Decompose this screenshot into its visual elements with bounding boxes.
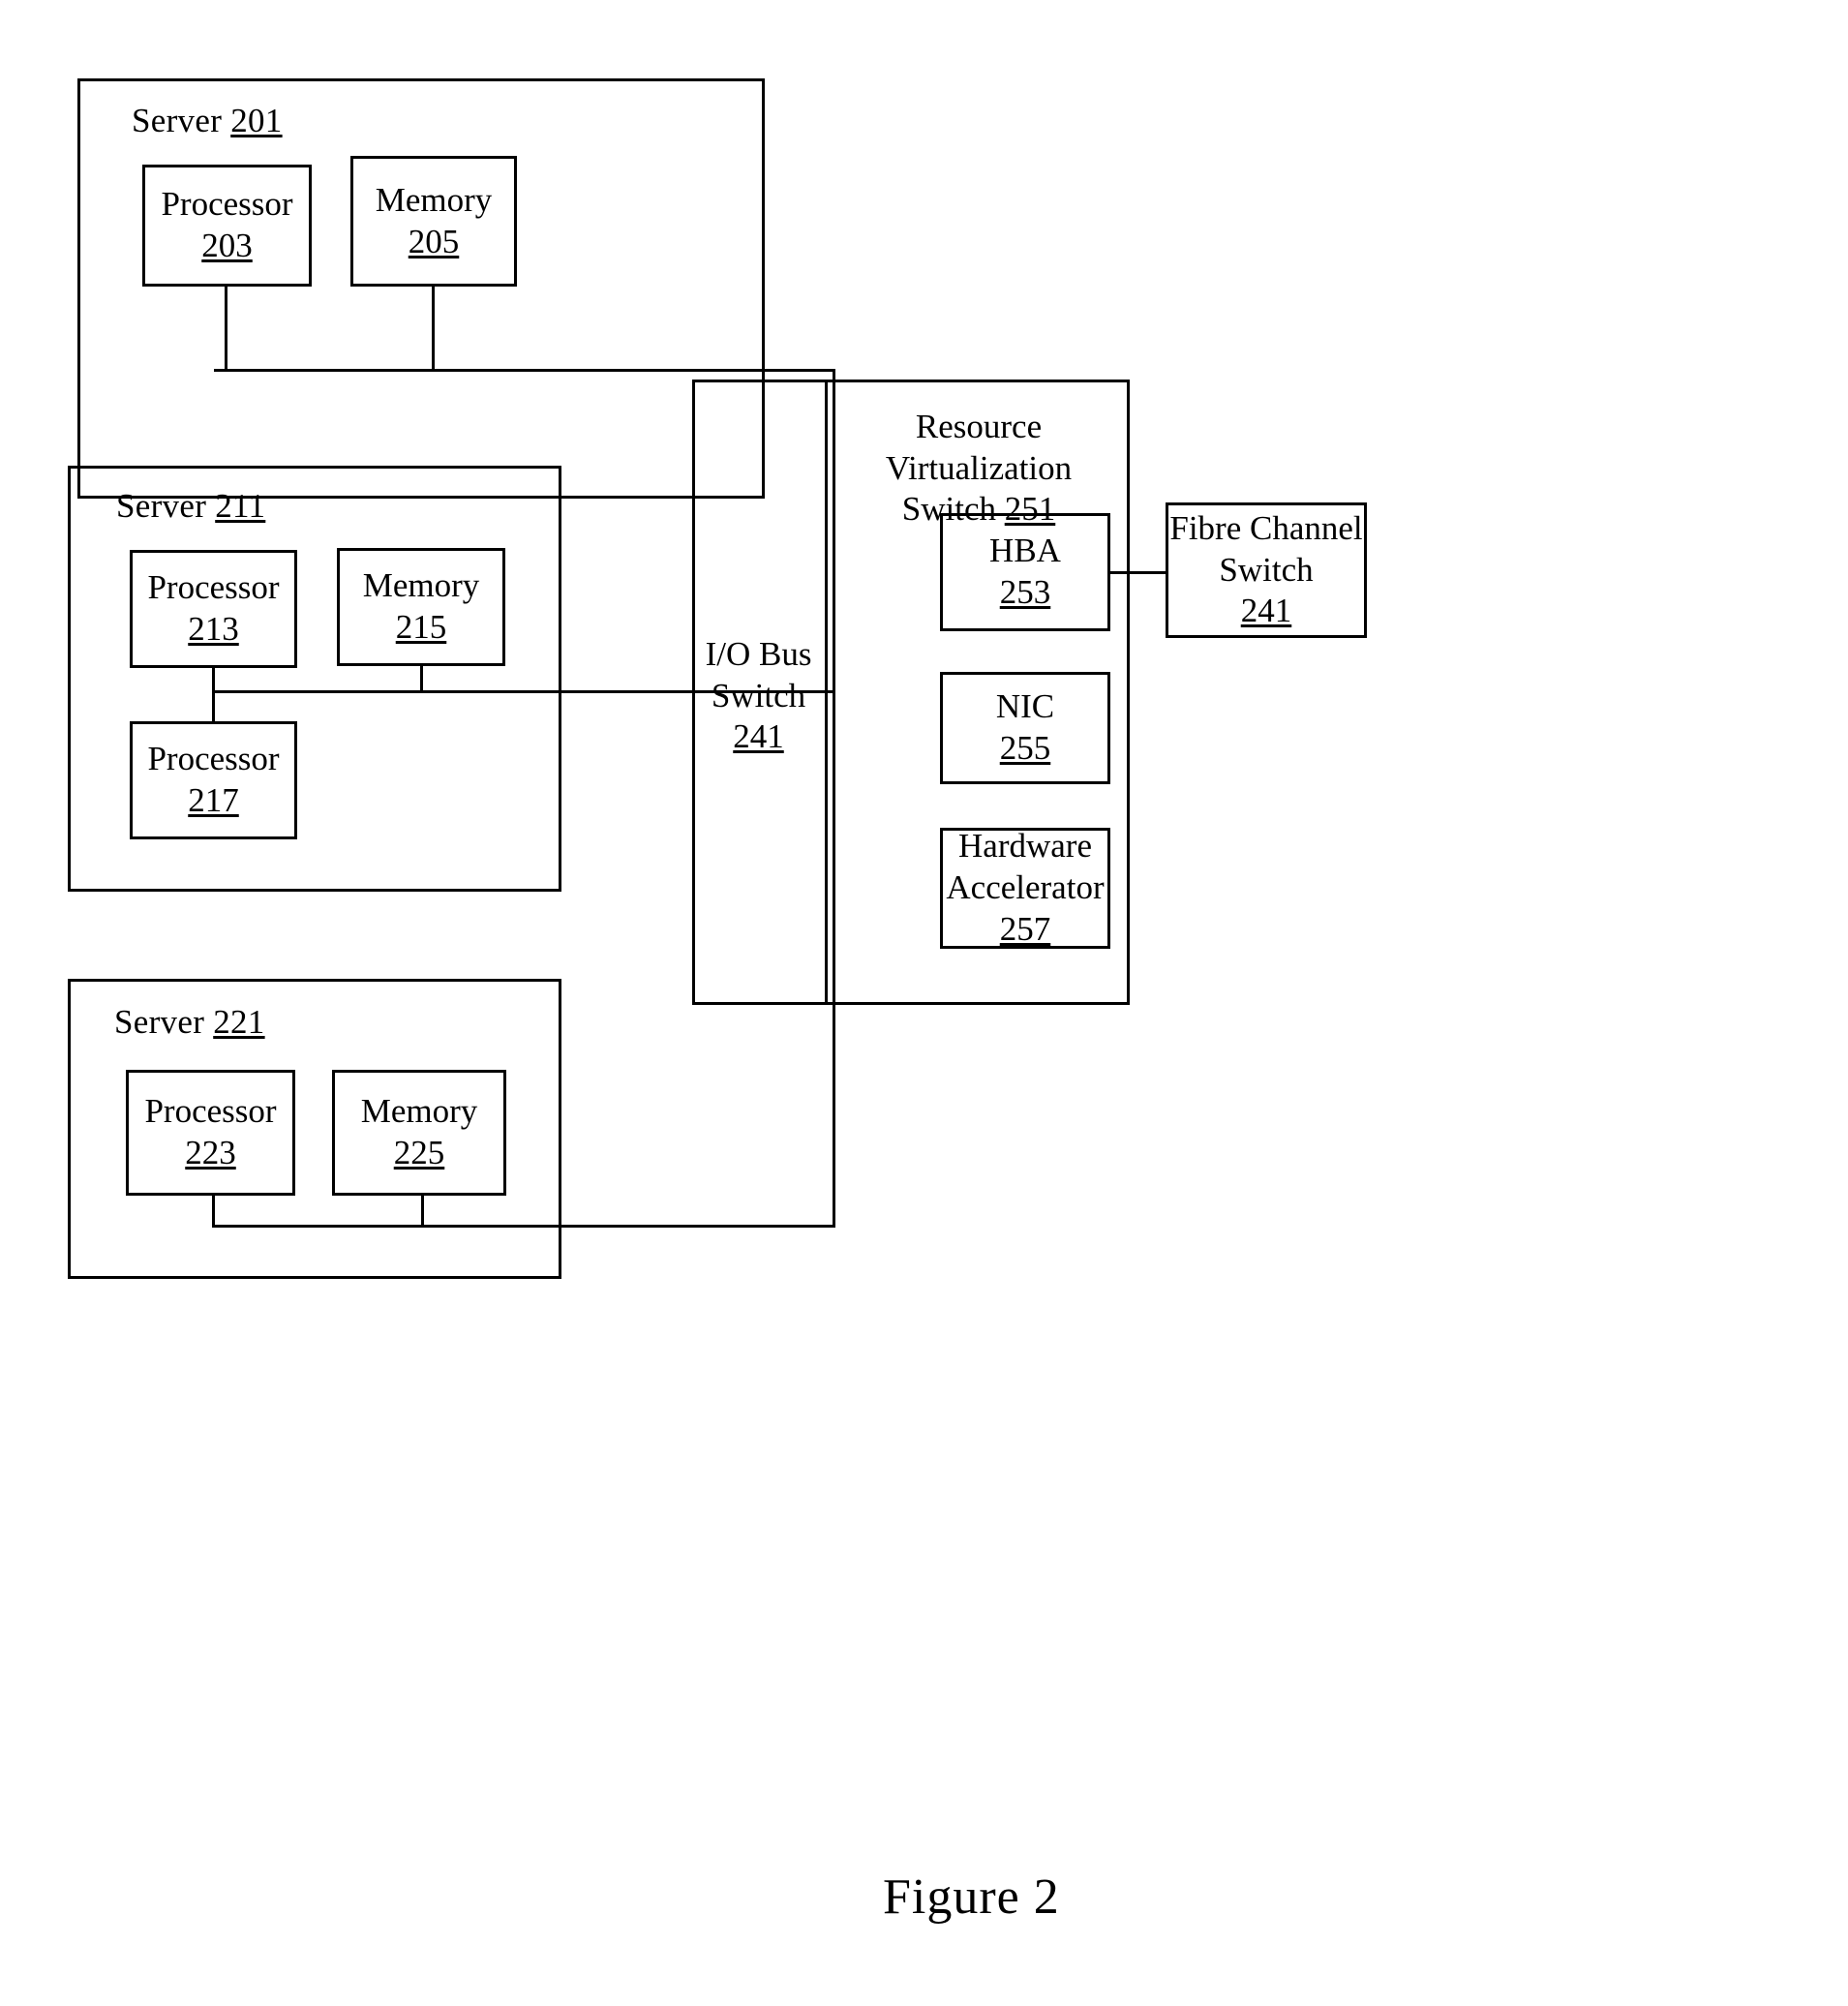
memory-225-ref: 225	[393, 1134, 445, 1171]
memory-225-name: Memory	[360, 1092, 478, 1131]
processor-203-ref: 203	[201, 227, 253, 264]
hardware-accelerator-257-line1: Hardware	[958, 827, 1092, 866]
processor-217-name: Processor	[147, 740, 280, 778]
server-201-bus	[214, 369, 835, 372]
fibre-channel-switch-box: Fibre Channel Switch 241	[1166, 502, 1367, 638]
io-bus-switch-label: I/O Bus Switch 241	[692, 634, 825, 758]
memory-225-stub	[421, 1196, 424, 1227]
server-221-bus	[212, 1225, 835, 1228]
server-221-label-text: Server	[114, 1003, 214, 1041]
fibre-channel-switch-line2: Switch	[1219, 550, 1314, 589]
memory-225-box: Memory 225	[332, 1070, 506, 1196]
memory-205-name: Memory	[375, 180, 493, 219]
server-201-label: Server 201	[132, 102, 283, 140]
processor-217-ref: 217	[188, 781, 239, 819]
fibre-channel-switch-ref: 241	[1240, 592, 1292, 630]
server-211-label-text: Server	[116, 487, 216, 525]
hardware-accelerator-257-box: Hardware Accelerator 257	[940, 827, 1110, 949]
hba-to-fibre-channel-link	[1108, 571, 1167, 574]
server-211-ref: 211	[215, 487, 266, 525]
memory-215-box: Memory 215	[337, 548, 505, 666]
processor-213-ref: 213	[188, 610, 239, 648]
memory-205-ref: 205	[408, 222, 460, 260]
processor-203-stub	[225, 287, 227, 369]
figure-caption: Figure 2	[883, 1869, 1060, 1925]
processor-223-box: Processor 223	[126, 1070, 295, 1196]
fibre-channel-switch-line1: Fibre Channel	[1169, 508, 1363, 547]
server-201-label-text: Server	[132, 102, 231, 139]
rvs-line1: Resource Virtualization	[885, 408, 1073, 487]
nic-255-name: NIC	[995, 687, 1055, 726]
server-221-label: Server 221	[114, 1003, 265, 1042]
memory-205-stub	[432, 287, 435, 369]
figure-canvas: Server 201 Processor 203 Memory 205 Serv…	[0, 0, 1848, 2006]
hba-253-name: HBA	[989, 532, 1061, 570]
hba-253-ref: 253	[999, 573, 1051, 611]
processor-223-ref: 223	[185, 1134, 236, 1171]
processor-223-name: Processor	[144, 1092, 277, 1131]
processor-213-name: Processor	[147, 568, 280, 607]
processor-213-box: Processor 213	[130, 550, 297, 668]
io-bus-switch-line2: Switch	[711, 676, 806, 714]
resource-virtualization-switch-label: Resource Virtualization Switch 251	[829, 407, 1129, 531]
io-bus-switch-divider	[825, 380, 828, 1005]
processor-223-stub	[212, 1196, 215, 1227]
memory-215-name: Memory	[362, 566, 480, 605]
processor-213-to-217-link	[212, 668, 215, 723]
hba-253-box: HBA 253	[940, 513, 1110, 631]
memory-215-stub	[420, 666, 423, 692]
nic-255-ref: 255	[999, 729, 1051, 767]
hardware-accelerator-257-line2: Accelerator	[946, 868, 1105, 907]
memory-215-ref: 215	[395, 608, 447, 646]
server-221-ref: 221	[213, 1003, 265, 1041]
server-201-ref: 201	[230, 102, 283, 139]
processor-203-box: Processor 203	[142, 165, 312, 287]
hardware-accelerator-257-ref: 257	[999, 909, 1051, 948]
nic-255-box: NIC 255	[940, 672, 1110, 784]
memory-205-box: Memory 205	[350, 156, 517, 287]
io-bus-switch-ref: 241	[733, 717, 784, 756]
io-bus-switch-line1: I/O Bus	[705, 635, 812, 673]
server-201-box	[77, 78, 765, 499]
server-211-label: Server 211	[116, 487, 265, 526]
processor-203-name: Processor	[161, 185, 293, 224]
processor-217-box: Processor 217	[130, 721, 297, 839]
